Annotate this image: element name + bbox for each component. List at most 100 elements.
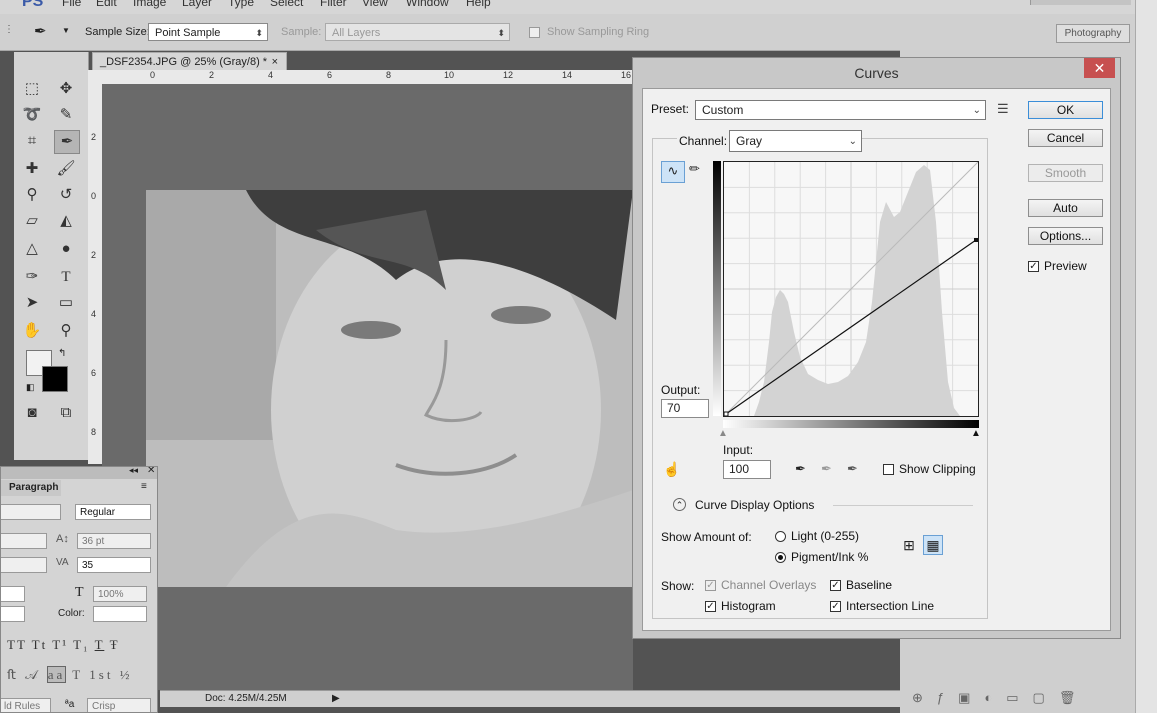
- menu-filter[interactable]: Filter: [320, 0, 347, 9]
- curve-svg[interactable]: [723, 161, 979, 417]
- horizontal-ruler[interactable]: 0 2 4 6 8 10 12 14 16: [88, 70, 633, 85]
- swap-colors-icon[interactable]: ↰: [58, 348, 66, 359]
- curve-point-start[interactable]: [723, 411, 729, 417]
- default-colors-icon[interactable]: ◧: [26, 382, 35, 393]
- menu-help[interactable]: Help: [466, 0, 491, 9]
- history-brush-icon[interactable]: ↺: [54, 184, 78, 206]
- move-tool-icon[interactable]: ✥: [54, 78, 78, 100]
- show-ring-checkbox[interactable]: [529, 27, 540, 38]
- kerning-select[interactable]: [1, 557, 47, 573]
- marquee-tool-icon[interactable]: ⬚: [20, 78, 44, 100]
- anti-alias-select[interactable]: Crisp: [87, 698, 151, 712]
- glyph-buttons-row1[interactable]: TT Tt T¹ T₁ T Ŧ: [7, 637, 157, 653]
- menu-type[interactable]: Type: [228, 0, 254, 9]
- shape-tool-icon[interactable]: ▭: [54, 292, 78, 314]
- workspace-button[interactable]: Photography: [1056, 24, 1130, 43]
- glyph-buttons-row2[interactable]: ﬅ 𝒜 aa T 1st ½: [7, 666, 157, 683]
- underline-button[interactable]: T: [95, 637, 105, 652]
- crop-tool-icon[interactable]: ⌗: [20, 130, 44, 152]
- vertical-scale-field[interactable]: [1, 586, 25, 602]
- preview-checkbox[interactable]: ✓: [1028, 261, 1039, 272]
- small-caps-button[interactable]: Tt: [32, 637, 48, 652]
- superscript-button[interactable]: T¹: [52, 637, 68, 652]
- swash-button[interactable]: 𝒜: [25, 667, 40, 682]
- close-icon[interactable]: ✕: [147, 467, 155, 476]
- leading-select[interactable]: 36 pt: [77, 533, 151, 549]
- channel-select[interactable]: Gray ⌄: [729, 130, 862, 152]
- layers-footer-icons[interactable]: ⊕ƒ▣◐▭▢🗑: [912, 690, 1132, 708]
- tracking-select[interactable]: 35: [77, 557, 151, 573]
- window-controls[interactable]: [1030, 0, 1131, 5]
- sample-select[interactable]: All Layers ⬍: [325, 23, 510, 41]
- brush-tool-icon[interactable]: 🖌: [54, 158, 78, 180]
- dodge-tool-icon[interactable]: ●: [54, 238, 78, 260]
- detailed-grid-icon[interactable]: ▦: [923, 535, 943, 555]
- status-menu-arrow-icon[interactable]: ▶: [332, 691, 340, 707]
- font-family-select[interactable]: [1, 504, 61, 520]
- white-eyedropper-icon[interactable]: ✒: [847, 461, 858, 477]
- auto-button[interactable]: Auto: [1028, 199, 1103, 217]
- screen-mode-icon[interactable]: ⧉: [54, 402, 78, 424]
- path-select-icon[interactable]: ➤: [20, 292, 44, 314]
- panel-menu-icon[interactable]: ≡: [141, 481, 147, 492]
- document-tab[interactable]: _DSF2354.JPG @ 25% (Gray/8) * ×: [92, 52, 287, 70]
- preset-options-icon[interactable]: ☰: [997, 101, 1009, 117]
- font-style-select[interactable]: Regular: [75, 504, 151, 520]
- smooth-button[interactable]: Smooth: [1028, 164, 1103, 182]
- eraser-tool-icon[interactable]: ▱: [20, 210, 44, 232]
- black-eyedropper-icon[interactable]: ✒: [795, 461, 806, 477]
- lasso-tool-icon[interactable]: ➰: [20, 104, 44, 126]
- hand-tool-icon[interactable]: ✋: [20, 320, 44, 342]
- all-caps-button[interactable]: TT: [7, 637, 27, 652]
- tool-preset-arrow-icon[interactable]: ▼: [62, 26, 70, 35]
- zoom-tool-icon[interactable]: ⚲: [54, 320, 78, 342]
- font-size-select[interactable]: [1, 533, 47, 549]
- menu-select[interactable]: Select: [270, 0, 303, 9]
- fraction-button[interactable]: ½: [120, 667, 133, 682]
- healing-tool-icon[interactable]: ✚: [20, 158, 44, 180]
- output-field[interactable]: 70: [661, 399, 709, 418]
- input-field[interactable]: 100: [723, 460, 771, 479]
- targeted-adjust-icon[interactable]: ☝: [663, 461, 680, 478]
- stylistic-button[interactable]: aa: [46, 666, 67, 683]
- horizontal-scale-field[interactable]: 100%: [93, 586, 147, 602]
- baseline-checkbox[interactable]: ✓: [830, 580, 841, 591]
- simple-grid-icon[interactable]: ⊞: [901, 537, 917, 553]
- titling-button[interactable]: T: [72, 667, 83, 682]
- curve-graph[interactable]: [723, 161, 979, 417]
- gray-eyedropper-icon[interactable]: ✒: [821, 461, 832, 477]
- pen-tool-icon[interactable]: ✑: [20, 266, 44, 288]
- paint-bucket-icon[interactable]: ◭: [54, 210, 78, 232]
- vertical-ruler[interactable]: 2 0 2 4 6 8: [88, 84, 103, 464]
- pencil-tool-icon[interactable]: ✏: [689, 161, 700, 177]
- light-radio[interactable]: [775, 531, 786, 542]
- blur-tool-icon[interactable]: △: [20, 238, 44, 260]
- stamp-tool-icon[interactable]: ⚲: [20, 184, 44, 206]
- menu-layer[interactable]: Layer: [182, 0, 212, 9]
- menu-file[interactable]: File: [62, 0, 81, 9]
- intersection-line-checkbox[interactable]: ✓: [830, 601, 841, 612]
- channel-overlays-checkbox[interactable]: ✓: [705, 580, 716, 591]
- ok-button[interactable]: OK: [1028, 101, 1103, 119]
- close-icon[interactable]: ×: [272, 53, 278, 71]
- quick-mask-icon[interactable]: ◙: [20, 402, 44, 424]
- histogram-checkbox[interactable]: ✓: [705, 601, 716, 612]
- menu-edit[interactable]: Edit: [96, 0, 117, 9]
- pigment-radio[interactable]: [775, 552, 786, 563]
- collapse-icon[interactable]: ◂◂: [129, 467, 138, 476]
- black-point-slider-icon[interactable]: ▲: [971, 428, 981, 439]
- preset-select[interactable]: Custom ⌄: [695, 100, 986, 120]
- collapse-chevron-icon[interactable]: ⌃: [673, 498, 686, 511]
- language-select[interactable]: ld Rules: [1, 698, 51, 712]
- white-point-slider-icon[interactable]: ▲: [718, 428, 728, 439]
- close-button[interactable]: ✕: [1084, 58, 1115, 78]
- type-tool-icon[interactable]: T: [54, 266, 78, 288]
- eyedropper-tool-icon[interactable]: ✒: [54, 130, 80, 154]
- sample-size-select[interactable]: Point Sample ⬍: [148, 23, 268, 41]
- color-swatch[interactable]: [93, 606, 147, 622]
- eyedropper-tool-icon[interactable]: ✒: [34, 22, 47, 40]
- show-clipping-checkbox[interactable]: [883, 464, 894, 475]
- menu-window[interactable]: Window: [406, 0, 449, 9]
- quick-select-tool-icon[interactable]: ✎: [54, 104, 78, 126]
- strikethrough-button[interactable]: Ŧ: [110, 637, 120, 652]
